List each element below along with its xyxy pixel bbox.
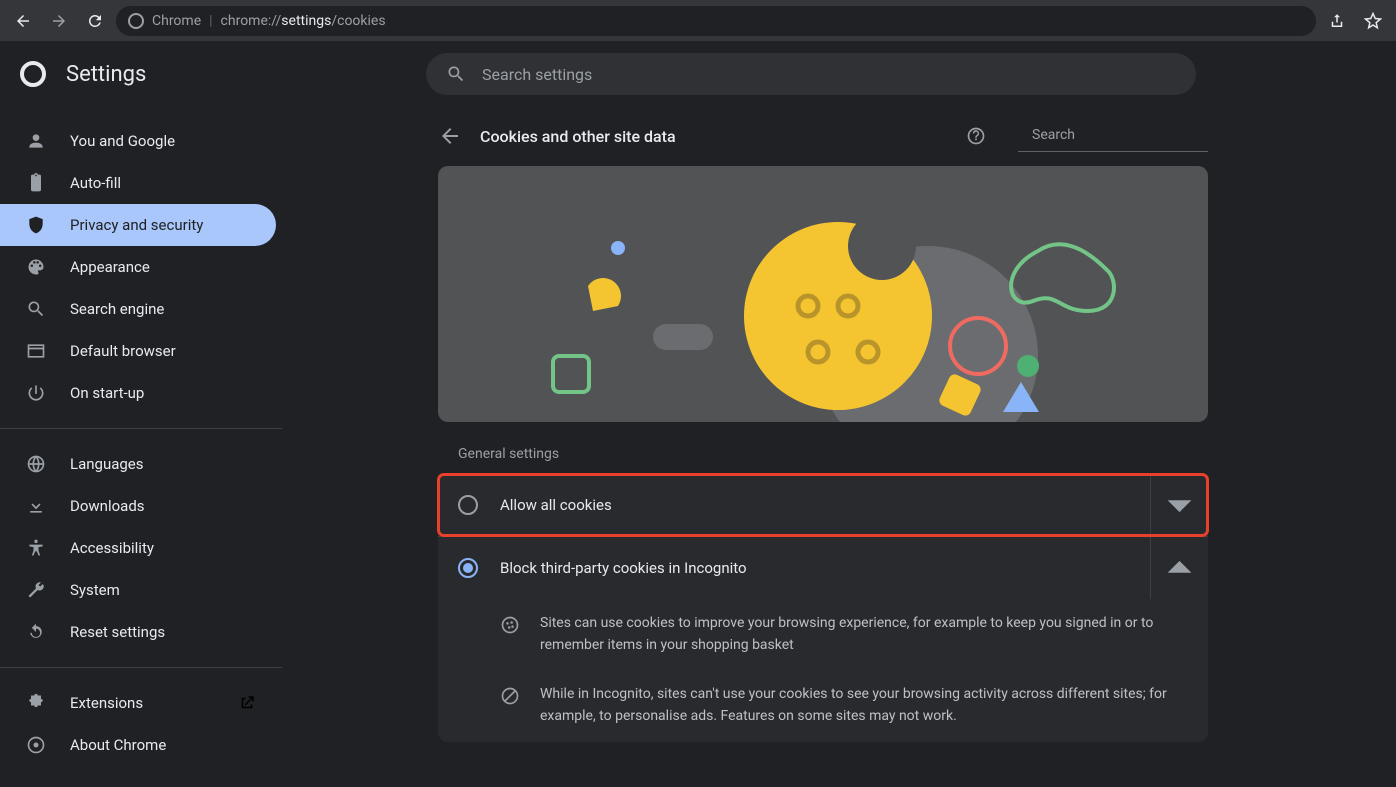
site-icon [128, 13, 144, 29]
sidebar-item-search-engine[interactable]: Search engine [0, 288, 276, 330]
palette-icon [26, 257, 46, 277]
search-icon [446, 64, 466, 84]
sidebar-item-default-browser[interactable]: Default browser [0, 330, 276, 372]
sidebar-item-label: Privacy and security [70, 216, 203, 234]
sidebar-item-label: Default browser [70, 342, 176, 360]
search-settings[interactable] [426, 53, 1196, 95]
sidebar-item-languages[interactable]: Languages [0, 443, 276, 485]
sidebar-item-accessibility[interactable]: Accessibility [0, 527, 276, 569]
power-icon [26, 383, 46, 403]
sidebar-item-appearance[interactable]: Appearance [0, 246, 276, 288]
sidebar-item-autofill[interactable]: Auto-fill [0, 162, 276, 204]
sidebar-item-label: Auto-fill [70, 174, 121, 192]
sidebar-item-reset[interactable]: Reset settings [0, 611, 276, 653]
sidebar-item-downloads[interactable]: Downloads [0, 485, 276, 527]
help-icon[interactable] [966, 126, 986, 146]
wrench-icon [26, 580, 46, 600]
reset-icon [26, 622, 46, 642]
back-button[interactable] [8, 6, 38, 36]
radio-unselected-icon[interactable] [458, 495, 478, 515]
hero-illustration [438, 166, 1208, 422]
share-button[interactable] [1322, 6, 1352, 36]
section-title: General settings [458, 446, 1208, 462]
collapse-button[interactable] [1150, 537, 1208, 599]
download-icon [26, 496, 46, 516]
option-label: Allow all cookies [500, 496, 1150, 514]
shield-icon [26, 215, 46, 235]
chrome-icon [26, 735, 46, 755]
chrome-logo-icon [20, 61, 46, 87]
extension-icon [26, 693, 46, 713]
subpage-search[interactable] [1018, 121, 1208, 152]
bookmark-button[interactable] [1358, 6, 1388, 36]
option-detail-row: While in Incognito, sites can't use your… [438, 670, 1208, 741]
sidebar-item-label: Search engine [70, 300, 164, 318]
page-title: Settings [66, 62, 146, 87]
radio-selected-icon[interactable] [458, 558, 478, 578]
person-icon [26, 131, 46, 151]
divider [0, 428, 282, 429]
option-label: Block third-party cookies in Incognito [500, 559, 1150, 577]
address-bar[interactable]: Chrome | chrome://settings/cookies [116, 6, 1316, 36]
reload-button[interactable] [80, 6, 110, 36]
settings-header: Settings [0, 42, 1396, 106]
browser-toolbar: Chrome | chrome://settings/cookies [0, 0, 1396, 42]
sidebar-item-label: Extensions [70, 694, 143, 712]
accessibility-icon [26, 538, 46, 558]
sidebar-item-label: On start-up [70, 384, 144, 402]
option-block-third-party-incognito[interactable]: Block third-party cookies in Incognito [438, 536, 1208, 599]
sidebar-item-about[interactable]: About Chrome [0, 724, 276, 766]
sidebar-item-label: Downloads [70, 497, 145, 515]
settings-sidebar: You and Google Auto-fill Privacy and sec… [0, 106, 282, 787]
sidebar-item-label: Reset settings [70, 623, 165, 641]
divider [0, 667, 282, 668]
sidebar-item-label: About Chrome [70, 736, 166, 754]
site-label: Chrome [152, 13, 201, 29]
subpage-back-button[interactable] [438, 124, 462, 148]
search-icon [26, 299, 46, 319]
open-external-icon [238, 694, 256, 712]
sidebar-item-system[interactable]: System [0, 569, 276, 611]
sidebar-item-label: Appearance [70, 258, 150, 276]
window-icon [26, 341, 46, 361]
option-detail-text: While in Incognito, sites can't use your… [540, 684, 1178, 727]
globe-icon [26, 454, 46, 474]
subpage-title: Cookies and other site data [480, 127, 948, 146]
settings-content: Cookies and other site data [282, 106, 1396, 787]
subpage-search-input[interactable] [1032, 127, 1210, 143]
sidebar-item-label: Accessibility [70, 539, 154, 557]
sidebar-item-label: You and Google [70, 132, 175, 150]
block-icon [500, 686, 520, 706]
expand-button[interactable] [1150, 474, 1208, 536]
separator: | [209, 13, 212, 29]
sidebar-item-privacy[interactable]: Privacy and security [0, 204, 276, 246]
forward-button[interactable] [44, 6, 74, 36]
option-detail-row: Sites can use cookies to improve your br… [438, 599, 1208, 670]
sidebar-item-label: System [70, 581, 120, 599]
cookie-options-card: Allow all cookies Block third-party cook… [438, 474, 1208, 742]
subpage-header: Cookies and other site data [438, 106, 1208, 166]
option-allow-all-cookies[interactable]: Allow all cookies [438, 474, 1208, 536]
sidebar-item-extensions[interactable]: Extensions [0, 682, 276, 724]
cookie-icon [500, 615, 520, 635]
sidebar-item-you-and-google[interactable]: You and Google [0, 120, 276, 162]
sidebar-item-startup[interactable]: On start-up [0, 372, 276, 414]
clipboard-icon [26, 173, 46, 193]
search-settings-input[interactable] [482, 65, 1176, 84]
url-text: chrome://settings/cookies [221, 13, 386, 29]
sidebar-item-label: Languages [70, 455, 144, 473]
option-detail-text: Sites can use cookies to improve your br… [540, 613, 1178, 656]
